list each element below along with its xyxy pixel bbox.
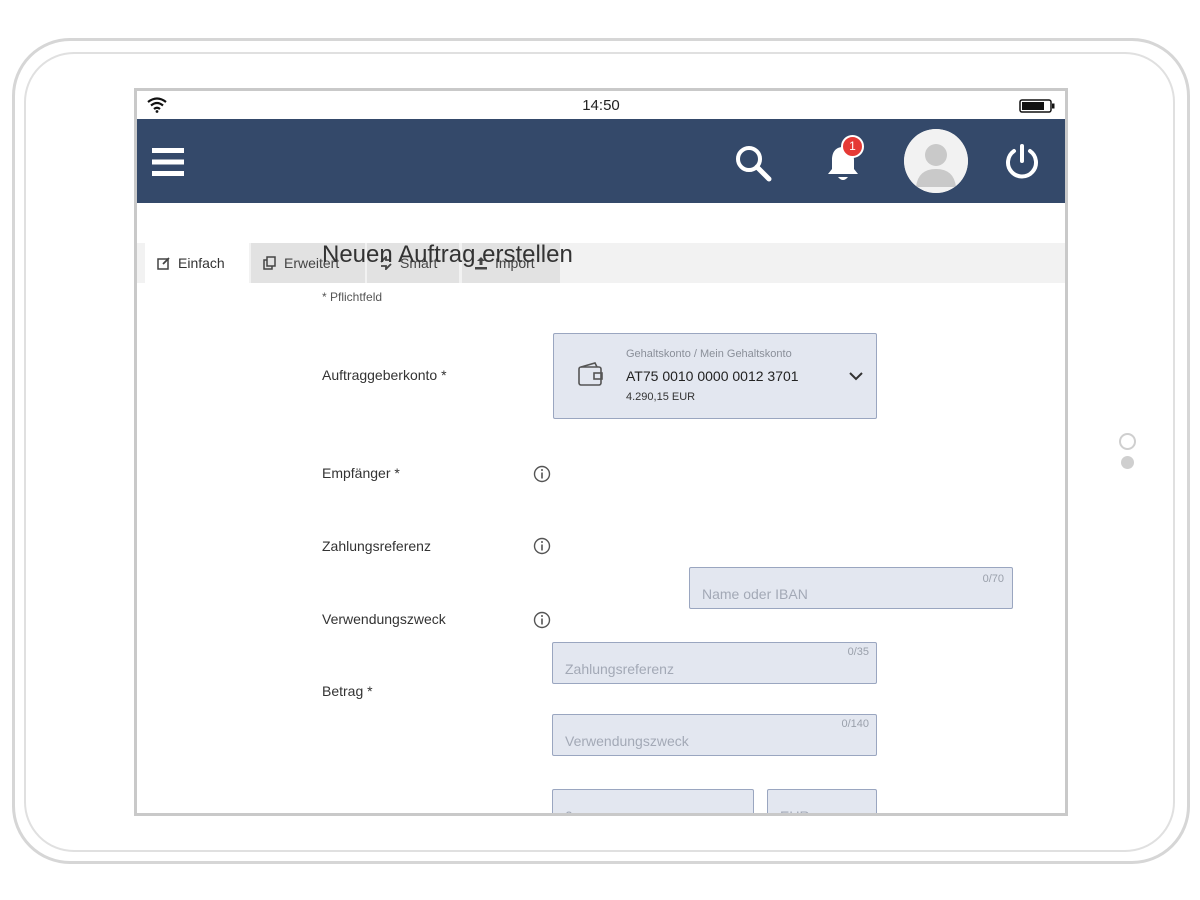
- status-bar: 14:50: [137, 91, 1065, 119]
- reference-char-counter: 0/35: [847, 646, 869, 658]
- copy-icon: [263, 256, 276, 270]
- reference-label: Zahlungsreferenz: [322, 538, 431, 554]
- battery-icon: [1019, 99, 1055, 113]
- info-icon[interactable]: [533, 611, 551, 629]
- search-icon[interactable]: [733, 143, 773, 183]
- amount-row-clip: [137, 787, 1065, 813]
- edit-icon: [157, 257, 170, 270]
- currency-select[interactable]: [767, 789, 877, 813]
- wallet-icon: [578, 362, 603, 386]
- tablet-home-button: [1119, 433, 1136, 450]
- amount-label: Betrag *: [322, 683, 373, 699]
- info-icon[interactable]: [533, 465, 551, 483]
- account-name: Gehaltskonto / Mein Gehaltskonto: [626, 348, 792, 360]
- chevron-down-icon: [849, 372, 863, 381]
- notification-badge: 1: [841, 135, 864, 158]
- required-field-note: * Pflichtfeld: [322, 290, 383, 304]
- user-avatar-icon: [904, 129, 968, 193]
- hamburger-menu-icon[interactable]: [151, 145, 185, 179]
- account-label: Auftraggeberkonto *: [322, 367, 447, 383]
- amount-input[interactable]: [552, 789, 754, 813]
- power-icon[interactable]: [1003, 143, 1041, 181]
- account-balance: 4.290,15 EUR: [626, 391, 696, 403]
- purpose-label: Verwendungszweck: [322, 611, 446, 627]
- tab-einfach[interactable]: Einfach: [145, 243, 249, 283]
- tab-label: Einfach: [178, 255, 225, 271]
- info-icon[interactable]: [533, 537, 551, 555]
- status-time: 14:50: [582, 97, 620, 114]
- avatar[interactable]: [904, 129, 968, 193]
- app-header: 1: [137, 119, 1065, 203]
- tablet-camera-dot: [1121, 456, 1134, 469]
- purpose-char-counter: 0/140: [841, 718, 869, 730]
- tablet-screen: 14:50 1 Einfach Erweitert Smart Import N…: [134, 88, 1068, 816]
- account-select[interactable]: Gehaltskonto / Mein Gehaltskonto AT75 00…: [553, 333, 877, 419]
- page-title: Neuen Auftrag erstellen: [322, 241, 573, 268]
- tab-bar: Einfach Erweitert Smart Import: [137, 243, 1065, 283]
- recipient-char-counter: 0/70: [982, 573, 1004, 585]
- account-iban: AT75 0010 0000 0012 3701: [626, 368, 799, 384]
- recipient-label: Empfänger *: [322, 465, 400, 481]
- notifications-button[interactable]: 1: [823, 135, 864, 185]
